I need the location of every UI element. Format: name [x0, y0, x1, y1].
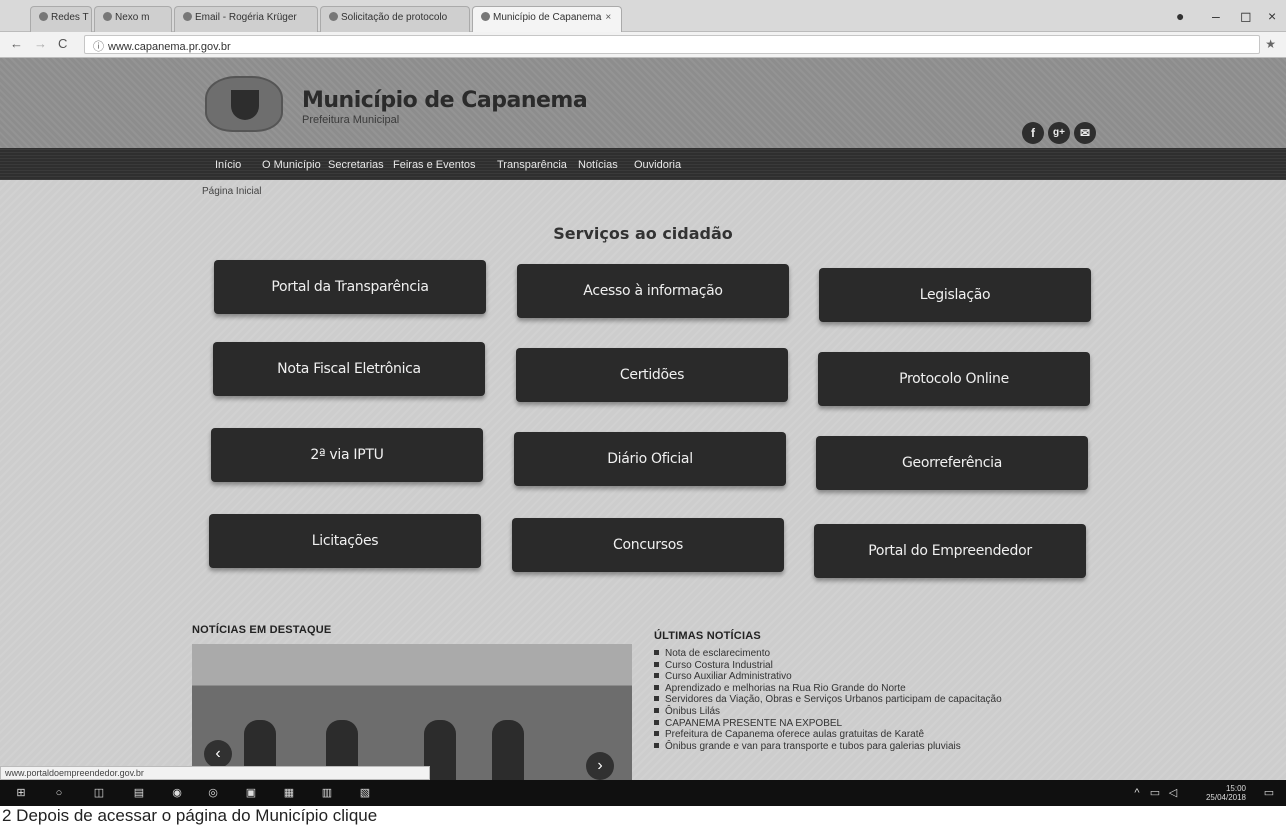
featured-news-slider[interactable]: ‹ › [192, 644, 632, 782]
service-button-protocolo-online[interactable]: Protocolo Online [818, 352, 1090, 406]
service-button-certidoes[interactable]: Certidões [516, 348, 788, 402]
close-window-button[interactable]: × [1268, 8, 1276, 24]
email-icon[interactable]: ✉ [1074, 122, 1096, 144]
search-icon[interactable]: ○ [52, 786, 66, 800]
municipal-coat-of-arms-logo[interactable] [205, 76, 283, 132]
browser-tab[interactable]: Redes T [30, 6, 92, 32]
nav-item-noticias[interactable]: Notícias [578, 159, 618, 171]
volume-icon[interactable]: ◁ [1166, 786, 1180, 800]
news-link[interactable]: Aprendizado e melhorias na Rua Rio Grand… [654, 683, 1084, 695]
url-input[interactable]: ⓘ www.capanema.pr.gov.br [84, 35, 1260, 54]
service-button-concursos[interactable]: Concursos [512, 518, 784, 572]
featured-news-heading: NOTÍCIAS EM DESTAQUE [192, 624, 332, 636]
news-link[interactable]: Ônibus Lilás [654, 706, 1084, 718]
service-button-diario-oficial[interactable]: Diário Oficial [514, 432, 786, 486]
service-button-nota-fiscal[interactable]: Nota Fiscal Eletrônica [213, 342, 485, 396]
site-header: Município de Capanema Prefeitura Municip… [0, 58, 1286, 148]
account-icon[interactable]: ● [1176, 8, 1184, 24]
forward-arrow-icon[interactable]: → [34, 36, 47, 51]
tab-favicon-icon [39, 12, 48, 21]
back-arrow-icon[interactable]: ← [10, 36, 23, 51]
news-link[interactable]: Prefeitura de Capanema oferece aulas gra… [654, 729, 1084, 741]
news-link[interactable]: Nota de esclarecimento [654, 648, 1084, 660]
service-button-georreferencia[interactable]: Georreferência [816, 436, 1088, 490]
services-title: Serviços ao cidadão [553, 224, 733, 243]
minimize-button[interactable]: – [1212, 8, 1220, 24]
clock[interactable]: 15:00 25/04/2018 [1200, 784, 1246, 802]
chrome-icon[interactable]: ◉ [170, 786, 184, 800]
tray-chevron-icon[interactable]: ^ [1130, 786, 1144, 800]
service-button-acesso-informacao[interactable]: Acesso à informação [517, 264, 789, 318]
site-title[interactable]: Município de Capanema [302, 88, 588, 113]
file-explorer-icon[interactable]: ▤ [132, 786, 146, 800]
status-bar-url: www.portaldoempreendedor.gov.br [0, 766, 430, 780]
photo-person [492, 720, 524, 782]
nav-item-transparencia[interactable]: Transparência [497, 159, 567, 171]
shield-icon [231, 90, 259, 120]
windows-start-icon[interactable]: ⊞ [14, 786, 28, 800]
notifications-icon[interactable]: ▭ [1262, 786, 1276, 800]
bookmark-star-icon[interactable]: ★ [1265, 37, 1276, 51]
latest-news-list: Nota de esclarecimento Curso Costura Ind… [654, 648, 1084, 752]
news-link[interactable]: Ônibus grande e van para transporte e tu… [654, 741, 1084, 753]
news-link[interactable]: Curso Auxiliar Administrativo [654, 671, 1084, 683]
tab-favicon-icon [329, 12, 338, 21]
browser-tab[interactable]: Solicitação de protocolo [320, 6, 470, 32]
tab-favicon-icon [103, 12, 112, 21]
slider-prev-arrow-icon[interactable]: ‹ [204, 740, 232, 768]
app-icon[interactable]: ▧ [358, 786, 372, 800]
latest-news-heading: ÚLTIMAS NOTÍCIAS [654, 630, 761, 642]
app-icon[interactable]: ◎ [206, 786, 220, 800]
browser-tab[interactable]: Email - Rogéria Krüger [174, 6, 318, 32]
nav-item-feiras-e-eventos[interactable]: Feiras e Eventos [393, 159, 476, 171]
browser-tab-bar: Redes T Nexo m Email - Rogéria Krüger So… [0, 0, 1286, 32]
tab-favicon-icon [183, 12, 192, 21]
news-link[interactable]: Curso Costura Industrial [654, 660, 1084, 672]
news-link[interactable]: CAPANEMA PRESENTE NA EXPOBEL [654, 718, 1084, 730]
service-button-portal-transparencia[interactable]: Portal da Transparência [214, 260, 486, 314]
service-button-2-via-iptu[interactable]: 2ª via IPTU [211, 428, 483, 482]
slider-next-arrow-icon[interactable]: › [586, 752, 614, 780]
browser-tab[interactable]: Nexo m [94, 6, 172, 32]
reload-icon[interactable]: C [58, 36, 67, 51]
nav-item-o-municipio[interactable]: O Município [262, 159, 321, 171]
os-taskbar: ⊞ ○ ◫ ▤ ◉ ◎ ▣ ▦ ▥ ▧ ^ ▭ ◁ 15:00 25/04/20… [0, 780, 1286, 806]
task-view-icon[interactable]: ◫ [92, 786, 106, 800]
nav-item-secretarias[interactable]: Secretarias [328, 159, 384, 171]
service-button-legislacao[interactable]: Legislação [819, 268, 1091, 322]
service-button-portal-empreendedor[interactable]: Portal do Empreendedor [814, 524, 1086, 578]
news-link[interactable]: Servidores da Viação, Obras e Serviços U… [654, 694, 1084, 706]
breadcrumb[interactable]: Página Inicial [202, 186, 261, 197]
tab-favicon-icon [481, 12, 490, 21]
service-button-licitacoes[interactable]: Licitações [209, 514, 481, 568]
app-icon[interactable]: ▣ [244, 786, 258, 800]
maximize-button[interactable]: ◻ [1240, 8, 1252, 25]
nav-item-ouvidoria[interactable]: Ouvidoria [634, 159, 681, 171]
excel-icon[interactable]: ▥ [320, 786, 334, 800]
site-subtitle: Prefeitura Municipal [302, 114, 400, 126]
browser-tab-active[interactable]: Município de Capanema × [472, 6, 622, 32]
network-icon[interactable]: ▭ [1148, 786, 1162, 800]
facebook-icon[interactable]: f [1022, 122, 1044, 144]
document-caption: 2 Depois de acessar o página do Municípi… [0, 806, 1286, 826]
address-bar: ← → C ⓘ www.capanema.pr.gov.br ★ [0, 32, 1286, 58]
info-icon[interactable]: ⓘ [93, 41, 104, 53]
app-icon[interactable]: ▦ [282, 786, 296, 800]
nav-item-inicio[interactable]: Início [215, 159, 241, 171]
close-icon[interactable]: × [605, 12, 611, 23]
google-plus-icon[interactable]: g+ [1048, 122, 1070, 144]
main-navigation: Início O Município Secretarias Feiras e … [0, 148, 1286, 180]
